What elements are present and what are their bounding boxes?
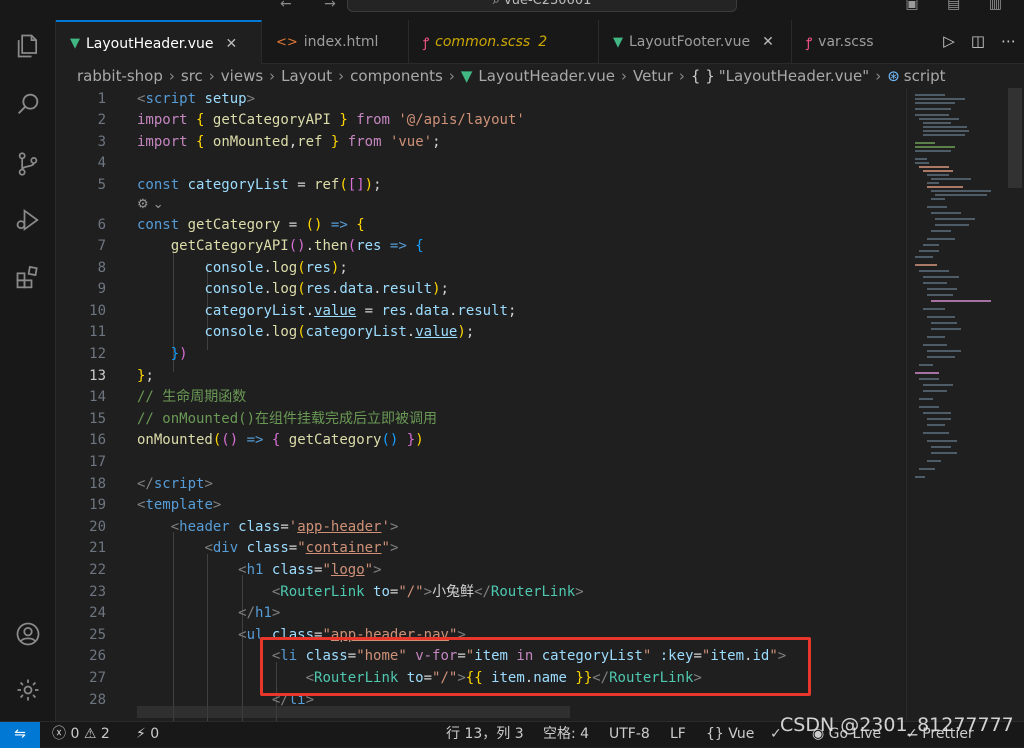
problems-indicator[interactable]: ⓧ 0 ⚠ 2	[52, 722, 110, 748]
history-nav[interactable]: ← →	[280, 0, 350, 12]
run-icon[interactable]: ▷	[943, 32, 955, 50]
code-line: 21 <div class="container">	[89, 540, 399, 556]
breadcrumb-item[interactable]: components	[350, 67, 443, 85]
tab-index-html[interactable]: <> index.html	[262, 20, 409, 64]
code-line: 25 <ul class="app-header-nav">	[89, 627, 466, 643]
breadcrumb-item[interactable]: rabbit-shop	[77, 67, 163, 85]
breadcrumb-item[interactable]: views	[221, 67, 263, 85]
extensions-icon[interactable]	[14, 264, 42, 292]
breadcrumb-item[interactable]: "LayoutHeader.vue"	[719, 67, 869, 85]
breadcrumb: rabbit-shop › src › views › Layout › compone…	[77, 67, 946, 85]
editor-tabs: ▼ LayoutHeader.vue ✕ <> index.html ꝭ com…	[56, 20, 1024, 65]
ai-codelens-icon[interactable]: ⚙ ⌄	[137, 196, 164, 214]
activity-bar	[0, 20, 56, 721]
code-line: 26 <li class="home" v-for="item in categ…	[89, 648, 787, 664]
breadcrumb-item[interactable]: Vetur	[633, 67, 673, 85]
search-icon[interactable]	[14, 90, 42, 118]
vertical-scrollbar[interactable]	[1008, 88, 1022, 188]
tab-label: LayoutHeader.vue	[86, 35, 214, 52]
horizontal-scrollbar[interactable]	[137, 706, 570, 718]
language-label: Vue	[728, 726, 755, 742]
symbol-icon: ⊛	[887, 67, 900, 85]
language-mode[interactable]: {} Vue	[706, 722, 754, 748]
ports-icon: ⚡	[136, 726, 146, 742]
command-center[interactable]: ⌕ vue-C230601	[347, 0, 737, 12]
code-line: 17	[89, 454, 106, 470]
code-line: 20 <header class='app-header'>	[89, 519, 399, 535]
account-icon[interactable]	[14, 620, 42, 648]
code-line: 23 <RouterLink to="/">小兔鲜</RouterLink>	[89, 584, 584, 600]
run-debug-icon[interactable]	[14, 206, 42, 234]
code-line: 5 const categoryList = ref([]);	[97, 177, 382, 193]
encoding-setting[interactable]: UTF-8	[609, 722, 650, 748]
close-icon[interactable]: ✕	[762, 34, 774, 50]
code-line: 24 </h1>	[89, 605, 281, 621]
tab-label: common.scss	[435, 34, 531, 50]
tab-label: LayoutFooter.vue	[629, 34, 751, 50]
code-line: 22 <h1 class="logo">	[89, 562, 382, 578]
more-actions-icon[interactable]: ⋯	[1001, 32, 1016, 50]
braces-icon: { }	[690, 67, 715, 85]
tab-layoutheader[interactable]: ▼ LayoutHeader.vue ✕	[56, 20, 262, 65]
settings-gear-icon[interactable]	[14, 676, 42, 704]
code-line: 10 categoryList.value = res.data.result;	[89, 303, 517, 319]
code-line: 9 console.log(res.data.result);	[97, 281, 449, 297]
editor-actions: ▷ ◫ ⋯	[943, 32, 1016, 50]
error-icon: ⓧ	[52, 726, 66, 742]
remote-indicator-icon[interactable]: ⇋	[0, 722, 40, 748]
code-line: 8 console.log(res);	[97, 260, 348, 276]
explorer-icon[interactable]	[14, 32, 42, 60]
code-line: 14// 生命周期函数	[89, 389, 247, 405]
code-line: 4	[97, 155, 106, 171]
code-line: 19 <template>	[89, 497, 222, 513]
tab-var-scss[interactable]: ꝭ var.scss	[792, 20, 904, 64]
error-count: 0	[70, 726, 80, 742]
breadcrumb-item[interactable]: Layout	[281, 67, 332, 85]
indentation-setting[interactable]: 空格: 4	[543, 722, 589, 748]
tab-label: var.scss	[818, 34, 874, 50]
tab-label: index.html	[303, 34, 379, 50]
code-line: 18 </script>	[89, 476, 213, 492]
scss-icon: ꝭ	[423, 36, 430, 51]
warning-icon: ⚠	[83, 726, 97, 742]
tab-common-scss[interactable]: ꝭ common.scss 2	[409, 20, 599, 64]
code-line: 27 <RouterLink to="/">{{ item.name }}</R…	[89, 670, 702, 686]
warning-count: 2	[100, 726, 110, 742]
close-icon[interactable]: ✕	[226, 36, 238, 52]
ports-count: 0	[150, 726, 160, 742]
minimap[interactable]	[906, 88, 1006, 721]
code-line: 2 import { getCategoryAPI } from '@/apis/…	[97, 112, 525, 128]
vue-icon: ▼	[613, 34, 623, 50]
code-line: 13};	[89, 368, 154, 384]
csdn-watermark: CSDN @2301_81277777	[780, 714, 1014, 736]
tab-layoutfooter[interactable]: ▼ LayoutFooter.vue ✕	[599, 20, 792, 64]
code-editor[interactable]: 1 <script setup> 2 import { getCategoryAPI…	[56, 88, 906, 721]
eol-setting[interactable]: LF	[670, 722, 686, 748]
code-line: 15// onMounted()在组件挂载完成后立即被调用	[89, 411, 438, 427]
problem-count-badge: 2	[538, 34, 548, 50]
breadcrumb-item[interactable]: script	[904, 67, 946, 85]
code-line: 16 onMounted(() => { getCategory() })	[89, 432, 424, 448]
layout-controls[interactable]: ▣ ▤ ▥	[905, 0, 1014, 12]
code-line: 12 })	[89, 346, 188, 362]
code-line: 6 const getCategory = () => {	[97, 217, 365, 233]
cursor-position[interactable]: 行 13，列 3	[446, 722, 524, 748]
ports-indicator[interactable]: ⚡ 0	[136, 722, 159, 748]
vue-icon: ▼	[70, 36, 80, 51]
breadcrumb-item[interactable]: LayoutHeader.vue	[478, 67, 615, 85]
breadcrumb-item[interactable]: src	[181, 67, 203, 85]
code-line: 1 <script setup>	[97, 91, 256, 107]
vue-icon: ▼	[460, 67, 473, 85]
split-editor-icon[interactable]: ◫	[971, 32, 985, 50]
code-line: 11 console.log(categoryList.value);	[89, 324, 475, 340]
code-line: 3 import { onMounted,ref } from 'vue';	[97, 134, 441, 150]
html-icon: <>	[276, 34, 298, 50]
braces-icon: {}	[706, 726, 724, 742]
code-line: 7 getCategoryAPI().then(res => {	[97, 238, 424, 254]
source-control-icon[interactable]	[14, 150, 42, 178]
scss-icon: ꝭ	[806, 36, 813, 51]
title-bar: ← → ⌕ vue-C230601 ▣ ▤ ▥	[0, 0, 1024, 20]
command-center-label: vue-C230601	[504, 0, 592, 8]
